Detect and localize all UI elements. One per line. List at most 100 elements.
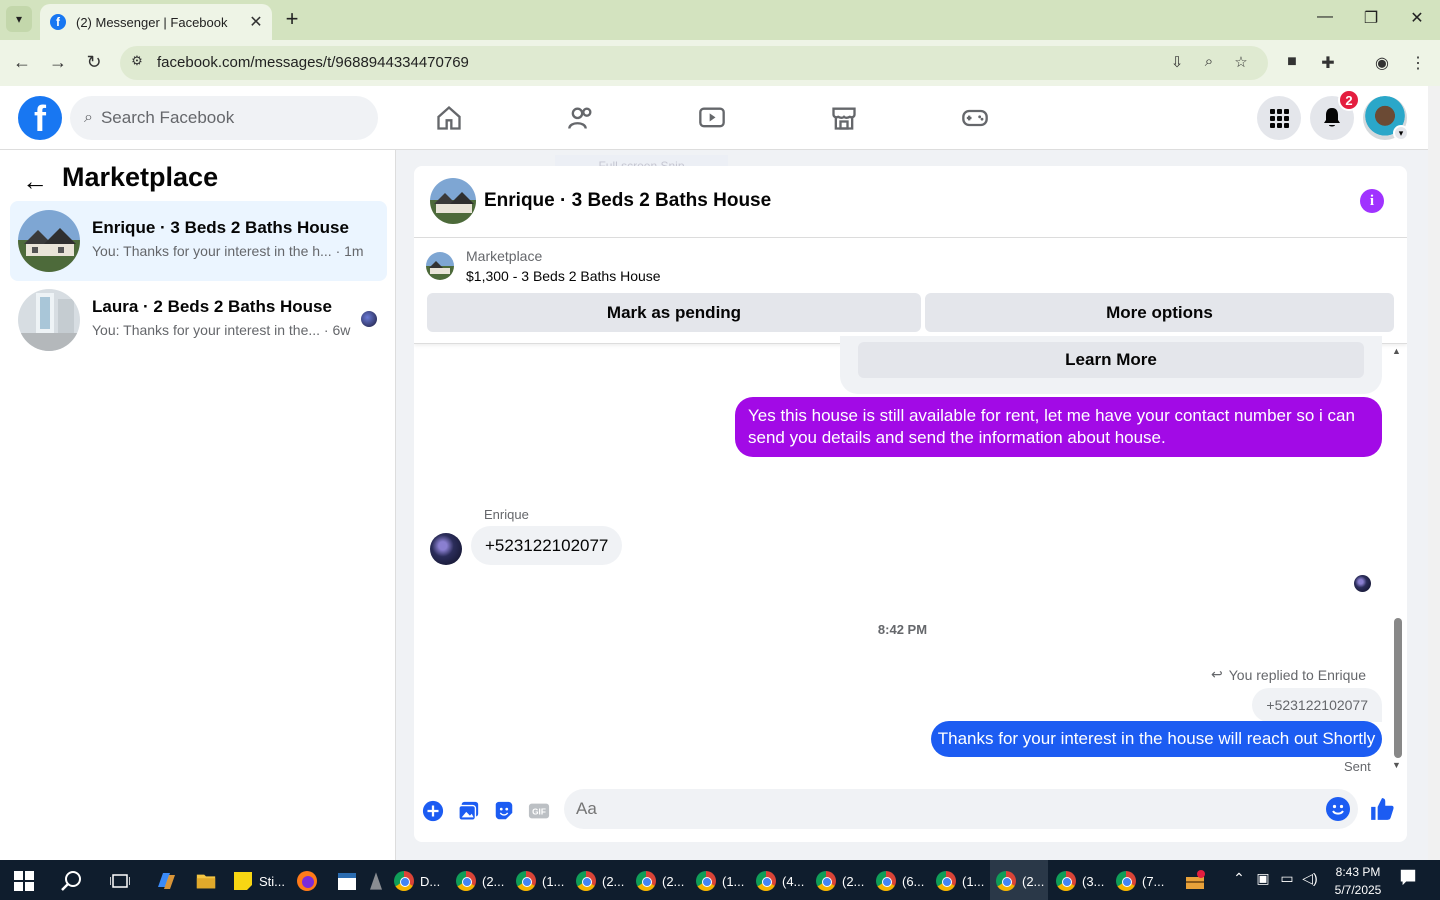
page-scrollbar[interactable] (1428, 86, 1440, 860)
taskbar-chrome-window[interactable]: (4... (756, 866, 804, 896)
meet-now-icon[interactable]: ▣ (1253, 870, 1273, 887)
url-text[interactable]: facebook.com/messages/t/9688944334470769 (157, 54, 469, 71)
tray-overflow-chevron-icon[interactable]: ⌃ (1229, 870, 1249, 887)
taskbar-chrome-window[interactable]: (1... (696, 866, 744, 896)
volume-icon[interactable]: ◁) (1300, 870, 1320, 887)
taskbar-window-label: (2... (602, 873, 625, 889)
calendar-app-icon[interactable] (336, 866, 358, 896)
scroll-up-icon[interactable]: ▲ (1392, 346, 1401, 356)
taskbar-chrome-window[interactable]: (7... (1116, 866, 1164, 896)
scroll-down-icon[interactable]: ▼ (1392, 760, 1401, 770)
pinned-app-icon[interactable] (370, 866, 382, 896)
quoted-message[interactable]: +523122102077 (1252, 688, 1382, 722)
message-timestamp: 8:42 PM (877, 622, 928, 637)
chat-title[interactable]: Enrique · 3 Beds 2 Baths House (484, 190, 771, 212)
chrome-icon (456, 871, 476, 891)
windows-start-icon[interactable] (14, 866, 34, 896)
new-tab-icon[interactable]: + (282, 8, 302, 30)
message-status: Sent (1344, 759, 1371, 774)
marketplace-icon[interactable] (828, 102, 860, 134)
back-icon[interactable]: ← (10, 52, 34, 73)
weather-widget-icon[interactable] (1183, 866, 1207, 896)
taskbar-clock[interactable]: 8:43 PM 5/7/2025 (1320, 863, 1396, 899)
taskbar-window-label: (1... (722, 873, 745, 889)
conversation-preview: You: Thanks for your interest in the... … (92, 322, 351, 338)
chrome-icon (816, 871, 836, 891)
site-info-icon[interactable]: ⚙ (128, 53, 146, 71)
listing-title[interactable]: $1,300 - 3 Beds 2 Baths House (466, 268, 661, 284)
taskbar-window-label: (3... (1082, 873, 1105, 889)
extension-robot-icon[interactable]: ■ (1281, 53, 1303, 71)
photo-icon[interactable] (457, 799, 481, 823)
chrome-menu-icon[interactable]: ⋮ (1407, 53, 1429, 73)
firefox-icon[interactable] (296, 866, 318, 896)
listing-thumbnail[interactable] (426, 252, 454, 280)
chrome-icon (516, 871, 536, 891)
search-facebook-input[interactable]: ⌕ Search Facebook (70, 96, 378, 140)
thumbs-up-icon[interactable] (1369, 796, 1395, 829)
conversation-item[interactable]: Laura · 2 Beds 2 Baths House You: Thanks… (10, 280, 387, 360)
taskbar-chrome-window[interactable]: (2... (636, 866, 684, 896)
file-explorer-icon[interactable] (195, 866, 217, 896)
taskbar-chrome-window[interactable]: (3... (1056, 866, 1104, 896)
taskbar-chrome-window[interactable]: (2... (576, 866, 624, 896)
chat-house-avatar[interactable] (430, 178, 476, 224)
taskbar-chrome-window[interactable]: (2... (816, 866, 864, 896)
mark-as-pending-button[interactable]: Mark as pending (427, 293, 921, 332)
menu-grid-icon[interactable] (1257, 96, 1301, 140)
taskbar-chrome-window[interactable]: (6... (876, 866, 924, 896)
gif-icon[interactable]: GIF (527, 799, 551, 823)
more-options-button[interactable]: More options (925, 293, 1394, 332)
incoming-message[interactable]: +523122102077 (471, 526, 623, 565)
copilot-icon[interactable] (154, 866, 178, 896)
chrome-icon (696, 871, 716, 891)
taskbar-chrome-window[interactable]: (2... (456, 866, 504, 896)
reload-icon[interactable]: ↻ (82, 52, 106, 73)
message-input[interactable] (564, 789, 1358, 829)
sender-avatar[interactable] (430, 533, 462, 565)
learn-more-button[interactable]: Learn More (858, 342, 1364, 378)
facebook-logo[interactable]: f (18, 96, 62, 140)
taskbar-chrome-window[interactable]: (1... (516, 866, 564, 896)
minimize-icon[interactable]: — (1313, 8, 1337, 26)
network-icon[interactable]: ▭ (1277, 870, 1297, 887)
task-view-icon[interactable] (110, 866, 130, 896)
sticky-notes-app[interactable]: Sti... (233, 866, 285, 896)
gaming-icon[interactable] (959, 102, 991, 134)
taskbar-search-icon[interactable] (60, 866, 82, 896)
emoji-icon[interactable] (1326, 797, 1350, 821)
outgoing-message[interactable]: Yes this house is still available for re… (735, 397, 1382, 457)
add-plus-icon[interactable] (421, 799, 445, 823)
marketplace-label: Marketplace (466, 248, 543, 264)
outgoing-message[interactable]: Thanks for your interest in the house wi… (931, 721, 1382, 757)
info-icon[interactable]: i (1360, 189, 1384, 213)
profile-icon[interactable]: ◉ (1371, 53, 1393, 73)
forward-icon[interactable]: → (46, 52, 70, 73)
window-close-icon[interactable]: ✕ (1405, 8, 1429, 28)
account-chevron-down-icon[interactable]: ▾ (1393, 125, 1409, 141)
house-thumbnail (18, 210, 80, 272)
browser-tab[interactable]: f (2) Messenger | Facebook ✕ (40, 4, 272, 40)
chat-scrollbar-thumb[interactable] (1394, 618, 1402, 758)
restore-icon[interactable]: ❐ (1359, 8, 1383, 28)
taskbar-chrome-window[interactable]: (2... (996, 866, 1044, 896)
taskbar-chrome-window[interactable]: D... (394, 866, 440, 896)
room-thumbnail (18, 289, 80, 351)
chrome-icon (876, 871, 896, 891)
tab-close-icon[interactable]: ✕ (246, 12, 266, 32)
notification-center-icon[interactable] (1398, 868, 1418, 889)
friends-icon[interactable] (565, 102, 597, 134)
tab-search-icon[interactable]: ▾ (6, 6, 32, 32)
bookmark-star-icon[interactable]: ☆ (1231, 53, 1251, 71)
home-icon[interactable] (433, 102, 465, 134)
clock-time: 8:43 PM (1335, 865, 1381, 879)
extensions-puzzle-icon[interactable]: ✚ (1317, 53, 1339, 73)
back-arrow-icon[interactable]: ← (22, 166, 48, 197)
video-icon[interactable] (696, 102, 728, 134)
zoom-icon[interactable]: ⌕ (1199, 53, 1219, 70)
taskbar-chrome-window[interactable]: (1... (936, 866, 984, 896)
conversation-item[interactable]: Enrique · 3 Beds 2 Baths House You: Than… (10, 201, 387, 281)
taskbar-window-label: (1... (542, 873, 565, 889)
sticker-icon[interactable] (492, 799, 516, 823)
install-app-icon[interactable]: ⇩ (1167, 53, 1187, 71)
